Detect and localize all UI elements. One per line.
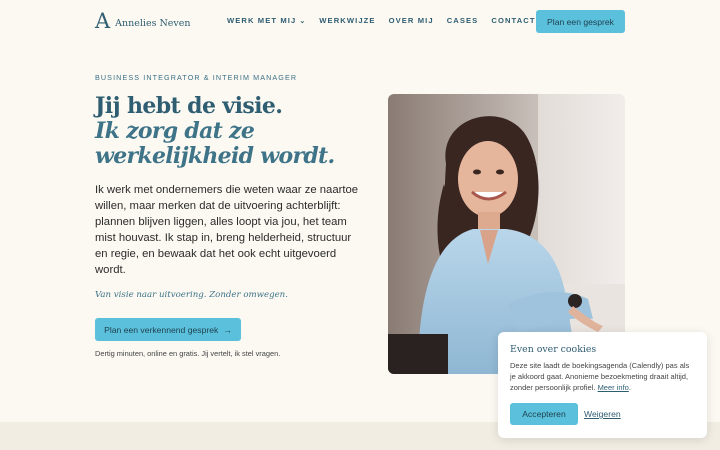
arrow-right-icon: → bbox=[223, 324, 232, 335]
accept-cookies-button[interactable]: Accepteren bbox=[510, 403, 578, 425]
hero-title: Jij hebt de visie. Ik zorg dat ze werkel… bbox=[95, 94, 385, 169]
main-nav: WERK MET MIJ ⌄ WERKWIJZE OVER MIJ CASES … bbox=[227, 16, 549, 25]
cookie-banner: Even over cookies Deze site laadt de boe… bbox=[498, 332, 707, 438]
nav-item-label: OVER MIJ bbox=[388, 16, 434, 25]
nav-item-label: WERKWIJZE bbox=[319, 16, 376, 25]
hero-eyebrow: BUSINESS INTEGRATOR & INTERIM MANAGER bbox=[95, 73, 298, 82]
hero-title-line2: Ik zorg dat ze werkelijkheid wordt. bbox=[95, 118, 335, 169]
hero-title-line1: Jij hebt de visie. bbox=[95, 93, 283, 119]
nav-item-over-mij[interactable]: OVER MIJ bbox=[389, 16, 434, 25]
cookie-title: Even over cookies bbox=[510, 344, 597, 355]
cookie-body: Deze site laadt de boekingsagenda (Calen… bbox=[510, 360, 696, 393]
logo[interactable]: A Annelies Neven bbox=[95, 9, 191, 33]
plan-gesprek-button[interactable]: Plan een gesprek bbox=[536, 10, 625, 33]
site-header: A Annelies Neven WERK MET MIJ ⌄ WERKWIJZ… bbox=[0, 0, 720, 44]
cta-note: Dertig minuten, online en gratis. Jij ve… bbox=[95, 349, 281, 358]
hero-tagline: Van visie naar uitvoering. Zonder omwege… bbox=[95, 290, 288, 300]
cta-label: Plan een verkennend gesprek bbox=[104, 324, 219, 335]
meer-info-link[interactable]: Meer info bbox=[598, 383, 629, 392]
nav-item-label: WERK MET MIJ bbox=[227, 16, 297, 25]
refuse-cookies-button[interactable]: Weigeren bbox=[584, 409, 621, 419]
plan-verkennend-gesprek-button[interactable]: Plan een verkennend gesprek → bbox=[95, 318, 241, 341]
nav-item-werk-met-mij[interactable]: WERK MET MIJ ⌄ bbox=[227, 16, 306, 25]
nav-item-werkwijze[interactable]: WERKWIJZE bbox=[319, 16, 375, 25]
nav-item-label: CONTACT bbox=[491, 16, 536, 25]
chevron-down-icon: ⌄ bbox=[299, 17, 307, 25]
cookie-body-suffix: . bbox=[628, 383, 631, 392]
nav-item-label: CASES bbox=[446, 16, 479, 25]
logo-mark: A bbox=[95, 9, 111, 33]
logo-text: Annelies Neven bbox=[115, 17, 191, 29]
hero-lead: Ik werk met ondernemers die weten waar z… bbox=[95, 184, 359, 276]
nav-item-contact[interactable]: CONTACT bbox=[491, 16, 535, 25]
nav-item-cases[interactable]: CASES bbox=[447, 16, 479, 25]
